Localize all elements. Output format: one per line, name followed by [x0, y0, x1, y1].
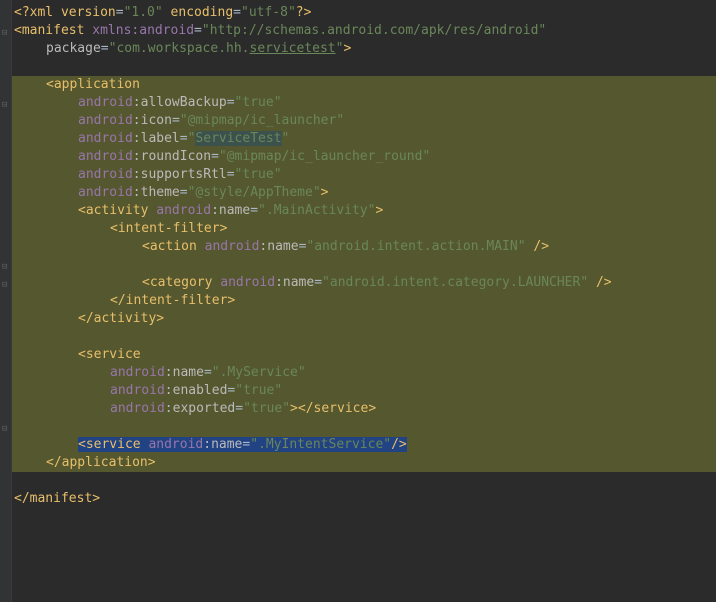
manifest-close: </manifest> [14, 490, 716, 508]
package-suffix: servicetest [250, 41, 336, 56]
fold-marker-icon[interactable]: ⊟ [2, 276, 10, 284]
fold-marker-icon[interactable]: ⊟ [2, 258, 10, 266]
service1-name: android:name=".MyService" [14, 364, 716, 382]
package-line: package="com.workspace.hh.servicetest"> [14, 40, 716, 58]
fold-marker-icon[interactable]: ⊟ [2, 420, 10, 428]
application-close: </application> [14, 454, 716, 472]
xml-encoding: utf-8 [249, 5, 288, 20]
xml-declaration: <?xml version="1.0" encoding="utf-8"?> [14, 4, 716, 22]
blank-line [14, 256, 716, 274]
fold-marker-icon[interactable]: ⊟ [2, 24, 10, 32]
highlighted-block: <application android:allowBackup="true" … [12, 76, 716, 472]
app-allowbackup: android:allowBackup="true" [14, 94, 716, 112]
intent-filter-open: <intent-filter> [14, 220, 716, 238]
app-roundicon: android:roundIcon="@mipmap/ic_launcher_r… [14, 148, 716, 166]
fold-marker-icon[interactable]: ⊟ [2, 96, 10, 104]
application-open: <application [14, 76, 716, 94]
package-prefix: com.workspace.hh. [116, 41, 249, 56]
service1-exported: android:exported="true"></service> [14, 400, 716, 418]
app-label: android:label="ServiceTest" [14, 130, 716, 148]
app-supportsrtl: android:supportsRtl="true" [14, 166, 716, 184]
code-editor[interactable]: <?xml version="1.0" encoding="utf-8"?> <… [14, 4, 716, 508]
application-tag: application [54, 77, 140, 92]
app-label-value: ServiceTest [195, 131, 281, 146]
service1-enabled: android:enabled="true" [14, 382, 716, 400]
package-attr: package [46, 41, 101, 56]
gutter: ⊟ ⊟ ⊟ ⊟ ⊟ [0, 0, 12, 602]
xml-version: 1.0 [131, 5, 154, 20]
blank-line [14, 58, 716, 76]
intent-filter-close: </intent-filter> [14, 292, 716, 310]
service2-name: .MyIntentService [258, 437, 383, 452]
app-icon: android:icon="@mipmap/ic_launcher" [14, 112, 716, 130]
xmlns-val: http://schemas.android.com/apk/res/andro… [210, 23, 539, 38]
app-theme: android:theme="@style/AppTheme"> [14, 184, 716, 202]
service2-line: <service android:name=".MyIntentService"… [14, 436, 716, 454]
blank-line [14, 418, 716, 436]
blank-line [14, 328, 716, 346]
activity-close: </activity> [14, 310, 716, 328]
xmlns-attr: xmlns:android [92, 23, 194, 38]
category-line: <category android:name="android.intent.c… [14, 274, 716, 292]
manifest-open: <manifest xmlns:android="http://schemas.… [14, 22, 716, 40]
blank-line [14, 472, 716, 490]
service1-open: <service [14, 346, 716, 364]
activity-open: <activity android:name=".MainActivity"> [14, 202, 716, 220]
action-line: <action android:name="android.intent.act… [14, 238, 716, 256]
